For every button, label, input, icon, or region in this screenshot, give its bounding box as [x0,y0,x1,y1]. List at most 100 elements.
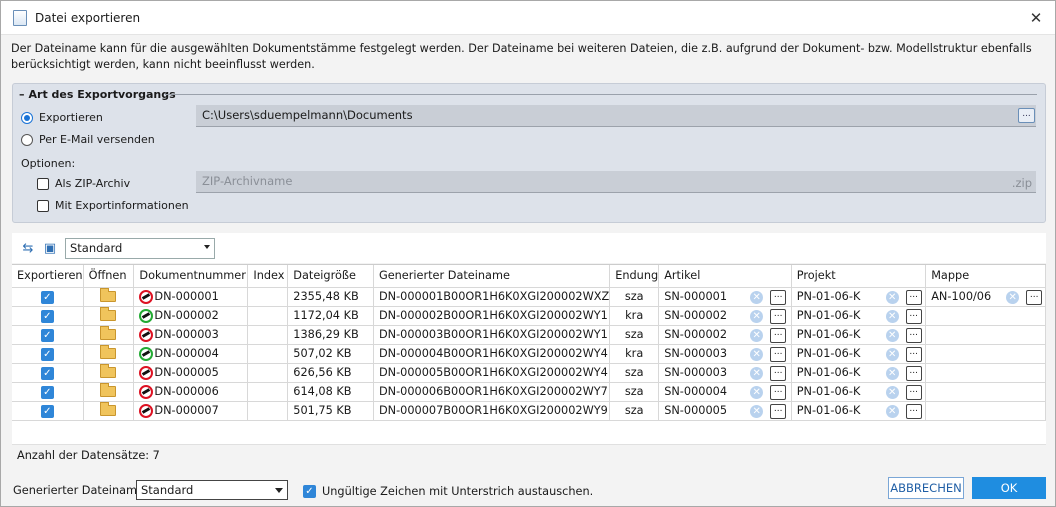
folder-icon[interactable] [100,306,117,321]
clear-icon[interactable]: ✕ [750,404,764,418]
folder-icon[interactable] [100,363,117,378]
export-checkbox-cell[interactable]: ✓ [12,325,84,345]
export-checkbox[interactable]: ✓ [40,366,54,380]
radio-export-indicator[interactable] [21,111,33,124]
zip-checkbox[interactable]: Als ZIP-Archiv [37,177,130,190]
close-icon[interactable]: ✕ [1027,9,1045,27]
zip-checkbox-box[interactable] [37,177,49,190]
article-select-button[interactable]: ... [770,346,787,362]
export-checkbox[interactable]: ✓ [40,290,54,304]
col-mappe[interactable]: Mappe [925,265,1046,288]
clear-icon[interactable]: ✕ [750,385,764,399]
col-exportieren[interactable]: Exportieren [12,265,84,288]
article-select-button[interactable]: ... [770,403,787,419]
generated-name-cell[interactable]: DN-000004B00OR1H6K0XGI200002WY4 [373,344,611,364]
refresh-icon[interactable]: ⇆ [19,240,37,256]
export-path-field[interactable]: C:\Users\sduempelmann\Documents [196,105,1036,127]
project-select-button[interactable]: ... [905,289,922,305]
clear-icon[interactable]: ✕ [885,290,899,304]
generated-name-cell[interactable]: DN-000006B00OR1H6K0XGI200002WY7 [373,382,611,402]
clear-icon[interactable]: ✕ [750,347,764,361]
project-select-button[interactable]: ... [905,403,922,419]
open-cell[interactable] [83,325,135,345]
col-dateigroesse[interactable]: Dateigröße [287,265,374,288]
browse-button[interactable]: ... [1018,108,1035,123]
export-checkbox-cell[interactable]: ✓ [12,401,84,421]
clear-icon[interactable]: ✕ [750,290,764,304]
clear-icon[interactable]: ✕ [885,404,899,418]
folder-select-button[interactable]: ... [1026,289,1043,305]
col-generierter-dateiname[interactable]: Generierter Dateiname [373,265,611,288]
layout-icon[interactable]: ▣ [41,240,59,256]
underscore-checkbox[interactable]: ✓ Ungültige Zeichen mit Unterstrich aust… [303,485,593,498]
export-checkbox[interactable]: ✓ [40,404,54,418]
info-checkbox[interactable]: Mit Exportinformationen [37,199,189,212]
export-checkbox[interactable]: ✓ [40,309,54,323]
project-select-button[interactable]: ... [905,365,922,381]
radio-export[interactable]: Exportieren [21,111,103,124]
export-checkbox-cell[interactable]: ✓ [12,382,84,402]
ok-button[interactable]: OK [972,477,1046,499]
project-select-button[interactable]: ... [905,384,922,400]
folder-icon[interactable] [100,325,117,340]
clear-icon[interactable]: ✕ [885,366,899,380]
profile-select[interactable]: Standard [65,237,215,259]
generated-filename-select[interactable]: Standard [136,480,288,500]
col-projekt[interactable]: Projekt [791,265,927,288]
folder-icon[interactable] [100,382,117,397]
folder-icon[interactable] [100,287,117,302]
clear-icon[interactable]: ✕ [1006,290,1020,304]
col-index[interactable]: Index [247,265,289,288]
folder-icon[interactable] [100,344,117,359]
table-row[interactable]: ✓ DN-000001 2355,48 KB DN-000001B00OR1H6K0X… [12,287,1046,307]
table-row[interactable]: ✓ DN-000002 1172,04 KB DN-000002B00OR1H6K0X… [12,306,1046,326]
col-artikel[interactable]: Artikel [658,265,792,288]
open-cell[interactable] [83,344,135,364]
generated-name-cell[interactable]: DN-000001B00OR1H6K0XGI200002WXZ [373,287,611,307]
article-select-button[interactable]: ... [770,289,787,305]
table-row[interactable]: ✓ DN-000003 1386,29 KB DN-000003B00OR1H6K0X… [12,325,1046,345]
clear-icon[interactable]: ✕ [885,328,899,342]
col-endung[interactable]: Endung [609,265,660,288]
export-checkbox[interactable]: ✓ [40,328,54,342]
open-cell[interactable] [83,363,135,383]
col-oeffnen[interactable]: Öffnen [83,265,135,288]
export-checkbox[interactable]: ✓ [40,347,54,361]
clear-icon[interactable]: ✕ [750,366,764,380]
article-select-button[interactable]: ... [770,308,787,324]
article-select-button[interactable]: ... [770,384,787,400]
article-select-button[interactable]: ... [770,365,787,381]
project-select-button[interactable]: ... [905,346,922,362]
generated-name-cell[interactable]: DN-000003B00OR1H6K0XGI200002WY1 [373,325,611,345]
project-select-button[interactable]: ... [905,327,922,343]
folder-icon[interactable] [100,401,117,416]
article-select-button[interactable]: ... [770,327,787,343]
radio-email-indicator[interactable] [21,133,33,146]
clear-icon[interactable]: ✕ [750,328,764,342]
project-select-button[interactable]: ... [905,308,922,324]
table-row[interactable]: ✓ DN-000006 614,08 KB DN-000006B00OR1H6K0XG… [12,382,1046,402]
generated-name-cell[interactable]: DN-000005B00OR1H6K0XGI200002WY4 [373,363,611,383]
export-checkbox[interactable]: ✓ [40,385,54,399]
export-checkbox-cell[interactable]: ✓ [12,344,84,364]
table-row[interactable]: ✓ DN-000007 501,75 KB DN-000007B00OR1H6K0XG… [12,401,1046,421]
clear-icon[interactable]: ✕ [750,309,764,323]
generated-name-cell[interactable]: DN-000007B00OR1H6K0XGI200002WY9 [373,401,611,421]
info-checkbox-box[interactable] [37,199,49,212]
col-dokumentnummer[interactable]: Dokumentnummer [133,265,249,288]
table-row[interactable]: ✓ DN-000005 626,56 KB DN-000005B00OR1H6K0XG… [12,363,1046,383]
clear-icon[interactable]: ✕ [885,385,899,399]
export-checkbox-cell[interactable]: ✓ [12,306,84,326]
open-cell[interactable] [83,401,135,421]
underscore-checkbox-box[interactable]: ✓ [303,485,316,498]
clear-icon[interactable]: ✕ [885,309,899,323]
export-checkbox-cell[interactable]: ✓ [12,287,84,307]
clear-icon[interactable]: ✕ [885,347,899,361]
table-row[interactable]: ✓ DN-000004 507,02 KB DN-000004B00OR1H6K0XG… [12,344,1046,364]
cancel-button[interactable]: ABBRECHEN [888,477,964,499]
open-cell[interactable] [83,382,135,402]
export-checkbox-cell[interactable]: ✓ [12,363,84,383]
open-cell[interactable] [83,287,135,307]
open-cell[interactable] [83,306,135,326]
radio-email[interactable]: Per E-Mail versenden [21,133,155,146]
